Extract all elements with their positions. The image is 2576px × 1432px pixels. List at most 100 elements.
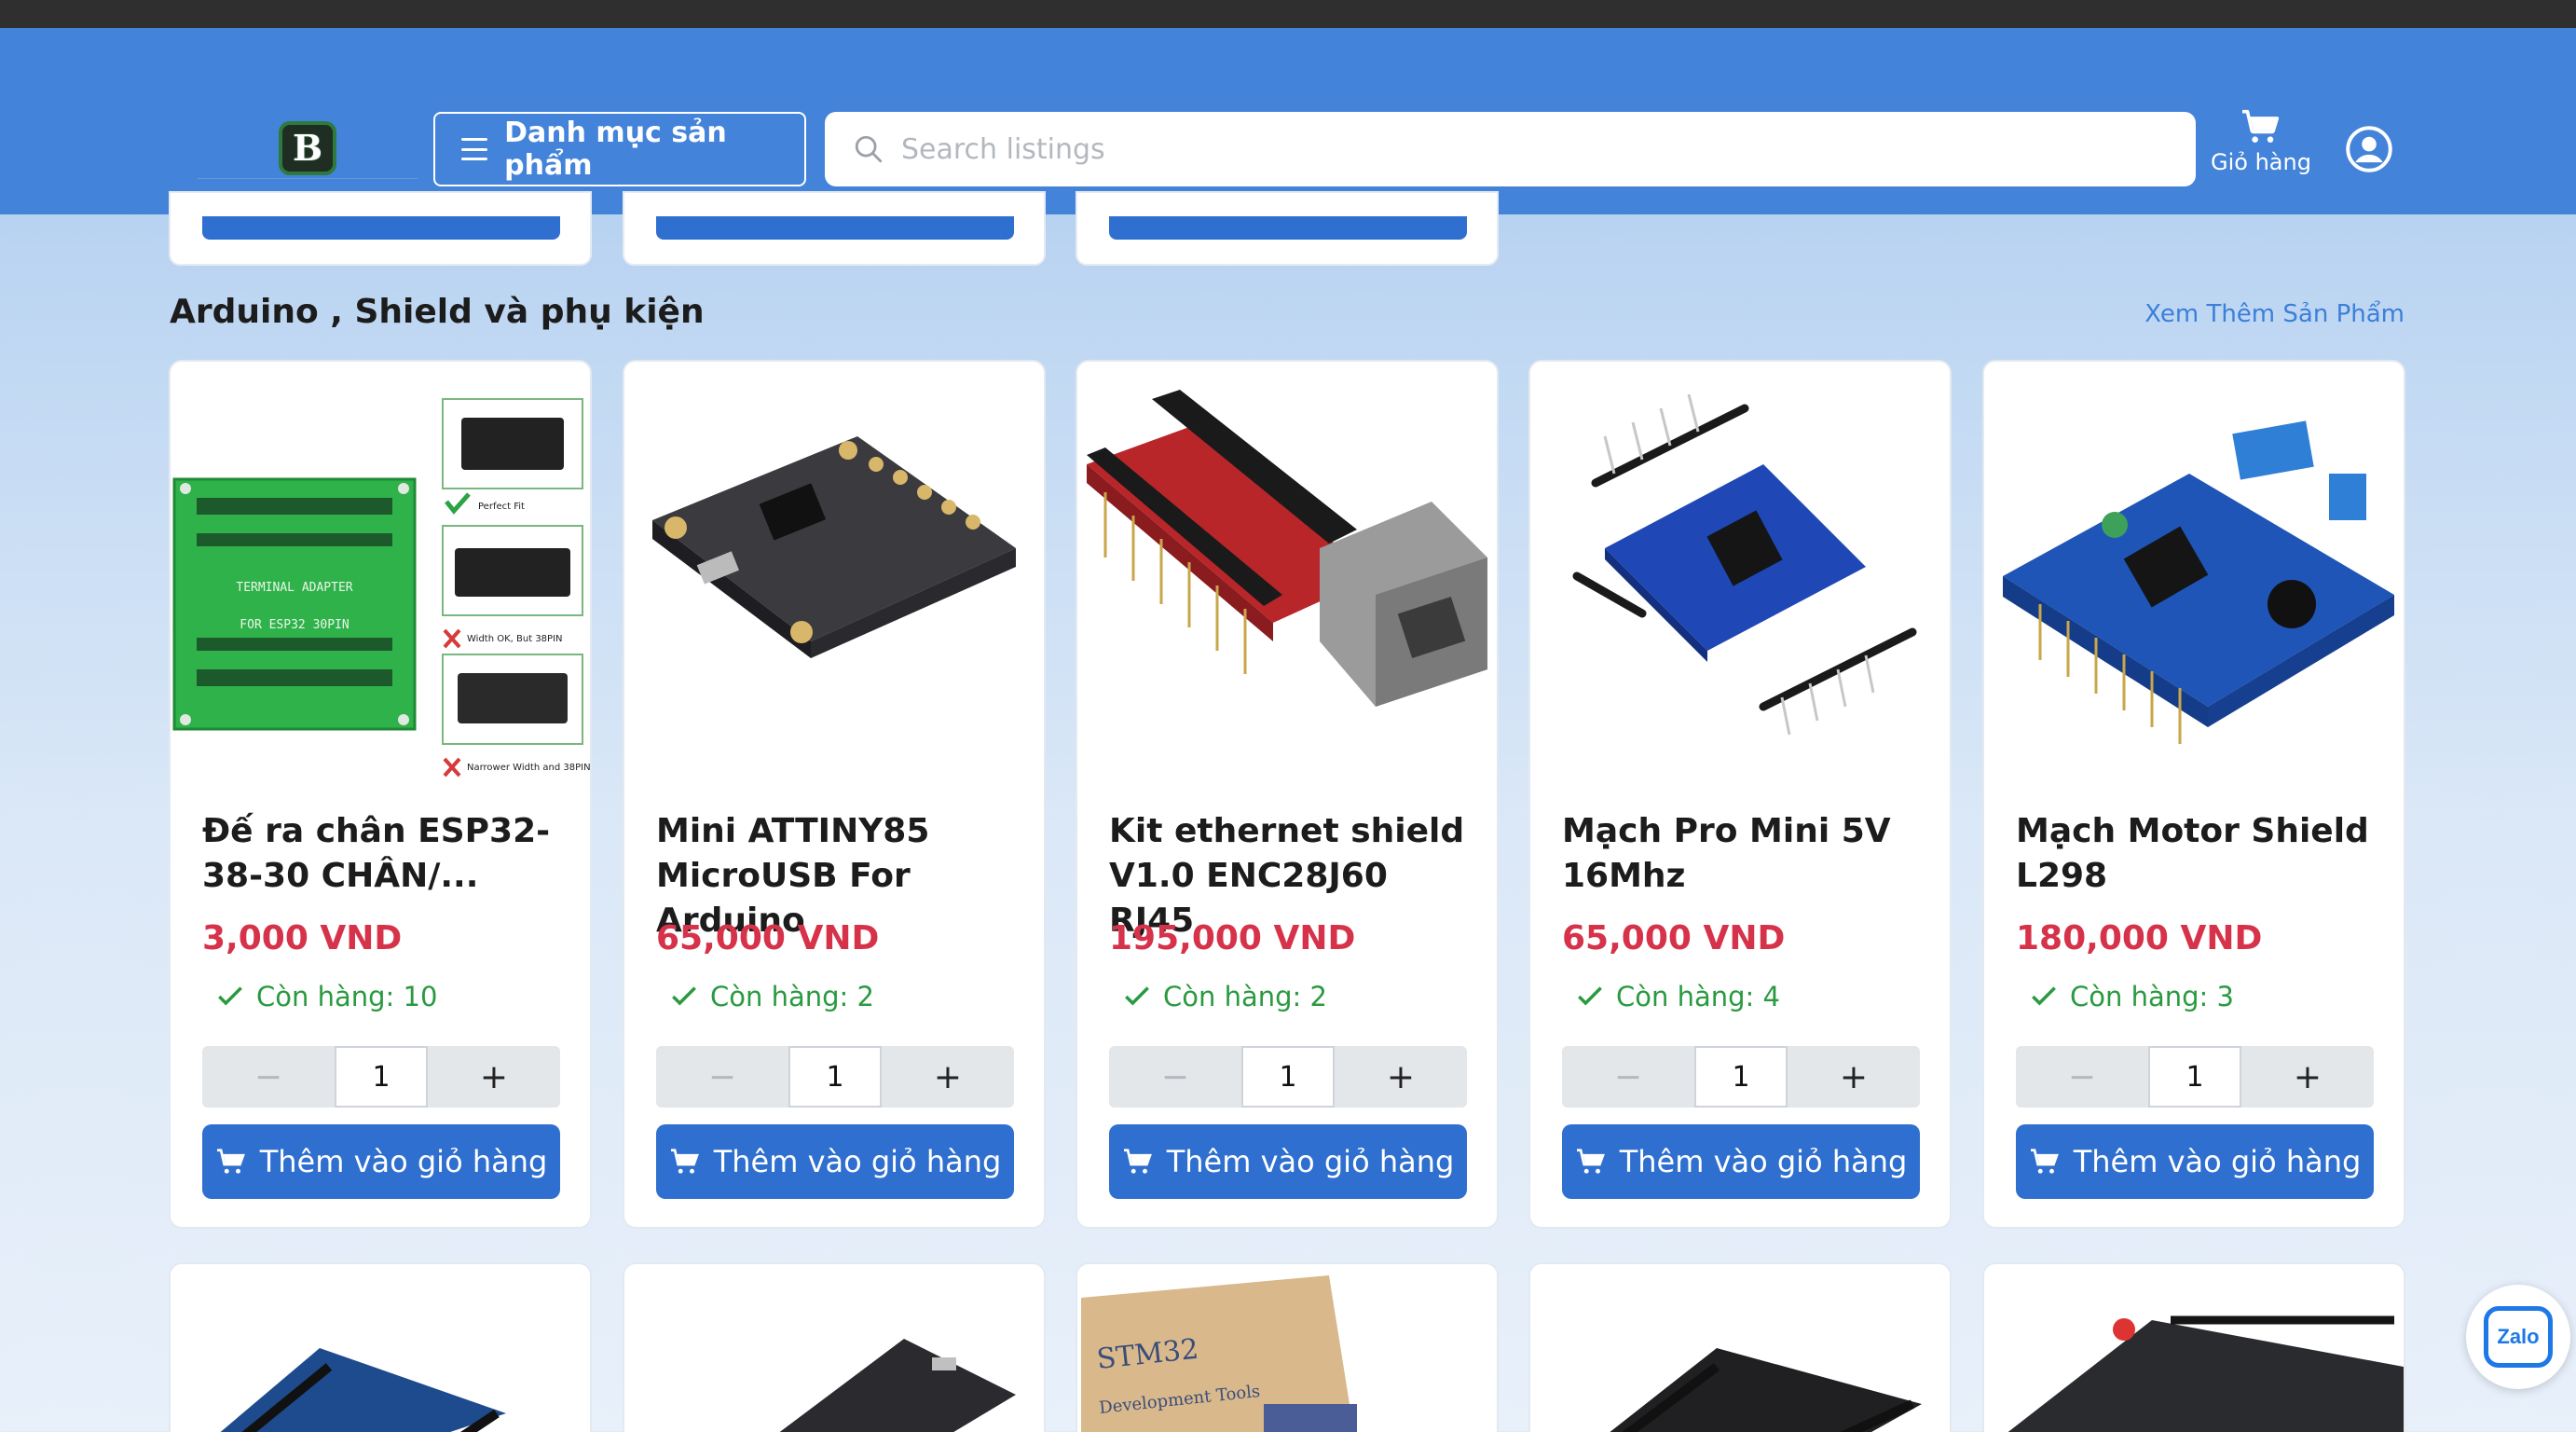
zalo-label: Zalo	[2497, 1325, 2540, 1348]
increase-qty-button[interactable]: +	[1788, 1046, 1920, 1108]
decrease-qty-button[interactable]: −	[1109, 1046, 1241, 1108]
see-more-link[interactable]: Xem Thêm Sản Phẩm	[2144, 300, 2405, 328]
add-to-cart-button[interactable]	[656, 216, 1014, 240]
zalo-chat-button[interactable]: Zalo	[2466, 1285, 2570, 1389]
quantity-input[interactable]	[335, 1046, 428, 1108]
product-card[interactable]: TERMINAL ADAPTER FOR ESP32 30PIN Perfect…	[169, 360, 592, 1229]
product-card[interactable]: Mạch Motor Shield L298 180,000 VND Còn h…	[1982, 360, 2405, 1229]
product-card[interactable]: STM32 Development Tools	[1076, 1262, 1499, 1432]
add-to-cart-button[interactable]: Thêm vào giỏ hàng	[656, 1124, 1014, 1199]
increase-qty-button[interactable]: +	[2241, 1046, 2374, 1108]
stock-text: Còn hàng: 3	[2070, 981, 2234, 1012]
product-image	[1610, 1348, 1922, 1432]
product-image[interactable]	[1984, 362, 2404, 787]
product-card[interactable]	[1528, 1262, 1952, 1432]
section-title: Arduino , Shield và phụ kiện	[170, 293, 705, 331]
add-to-cart-label: Thêm vào giỏ hàng	[2073, 1144, 2362, 1179]
product-name[interactable]: Mạch Motor Shield L298	[2016, 809, 2379, 899]
product-name[interactable]: Đế ra chân ESP32-38-30 CHÂN/...	[202, 809, 566, 899]
increase-qty-button[interactable]: +	[428, 1046, 560, 1108]
user-account-icon[interactable]	[2345, 125, 2393, 173]
quantity-input[interactable]	[2148, 1046, 2241, 1108]
cart-link[interactable]: Giỏ hàng	[2209, 108, 2313, 188]
image-text-terminal: TERMINAL ADAPTER	[236, 581, 352, 595]
site-logo[interactable]: B	[198, 117, 418, 179]
stock-status: Còn hàng: 3	[2031, 981, 2234, 1012]
stock-text: Còn hàng: 2	[1163, 981, 1327, 1012]
product-image	[220, 1348, 506, 1432]
add-to-cart-button[interactable]: Thêm vào giỏ hàng	[202, 1124, 560, 1199]
add-to-cart-button[interactable]: Thêm vào giỏ hàng	[2016, 1124, 2374, 1199]
cart-icon	[2030, 1149, 2059, 1174]
image-text-width: Width OK, But 38PIN	[467, 634, 563, 644]
add-to-cart-button[interactable]	[1109, 216, 1467, 240]
logo-letter: B	[292, 127, 323, 169]
product-card[interactable]: Kit ethernet shield V1.0 ENC28J60 RJ45 1…	[1076, 360, 1499, 1229]
image-text-narrow: Narrower Width and 38PIN	[467, 763, 590, 773]
check-icon	[218, 986, 242, 1006]
product-price: 195,000 VND	[1109, 919, 1356, 957]
decrease-qty-button[interactable]: −	[2016, 1046, 2148, 1108]
product-name[interactable]: Mạch Pro Mini 5V 16Mhz	[1562, 809, 1925, 899]
search-icon	[855, 135, 883, 163]
browser-top-strip	[0, 0, 2576, 28]
decrease-qty-button[interactable]: −	[1562, 1046, 1694, 1108]
decrease-qty-button[interactable]: −	[656, 1046, 788, 1108]
quantity-stepper: − +	[2016, 1046, 2374, 1108]
stock-text: Còn hàng: 2	[710, 981, 874, 1012]
check-icon	[1125, 986, 1149, 1006]
product-price: 65,000 VND	[1562, 919, 1786, 957]
motor-shield-image	[2003, 420, 2394, 744]
previous-product-card	[623, 191, 1046, 266]
product-image[interactable]	[1530, 362, 1950, 787]
ethernet-shield-image	[1087, 390, 1487, 707]
stock-text: Còn hàng: 10	[256, 981, 438, 1012]
pro-mini-image	[1572, 393, 1917, 736]
increase-qty-button[interactable]: +	[1335, 1046, 1467, 1108]
category-menu-button[interactable]: Danh mục sản phẩm	[433, 112, 806, 186]
search-bar[interactable]	[825, 112, 2196, 186]
cart-icon	[216, 1149, 245, 1174]
zalo-icon: Zalo	[2484, 1306, 2553, 1368]
product-card[interactable]	[623, 1262, 1046, 1432]
product-image	[2007, 1315, 2404, 1432]
attiny85-board-image	[652, 436, 1016, 658]
product-image: STM32 Development Tools	[1081, 1275, 1357, 1432]
add-to-cart-label: Thêm vào giỏ hàng	[713, 1144, 1002, 1179]
cart-icon	[1576, 1149, 1605, 1174]
product-card[interactable]	[169, 1262, 592, 1432]
stock-status: Còn hàng: 4	[1577, 981, 1780, 1012]
esp32-adapter-image: TERMINAL ADAPTER FOR ESP32 30PIN Perfect…	[172, 398, 590, 778]
add-to-cart-button[interactable]	[202, 216, 560, 240]
previous-product-card	[169, 191, 592, 266]
product-image	[779, 1339, 1016, 1432]
quantity-input[interactable]	[1694, 1046, 1788, 1108]
product-image[interactable]	[624, 362, 1044, 787]
search-input[interactable]	[901, 132, 2159, 166]
decrease-qty-button[interactable]: −	[202, 1046, 335, 1108]
add-to-cart-button[interactable]: Thêm vào giỏ hàng	[1109, 1124, 1467, 1199]
cart-label: Giỏ hàng	[2211, 149, 2311, 175]
add-to-cart-label: Thêm vào giỏ hàng	[1619, 1144, 1908, 1179]
category-menu-label: Danh mục sản phẩm	[504, 117, 727, 182]
product-image[interactable]: TERMINAL ADAPTER FOR ESP32 30PIN Perfect…	[171, 362, 590, 787]
quantity-stepper: − +	[202, 1046, 560, 1108]
product-price: 65,000 VND	[656, 919, 880, 957]
cart-icon	[670, 1149, 699, 1174]
previous-product-card	[1076, 191, 1499, 266]
quantity-input[interactable]	[788, 1046, 882, 1108]
product-card[interactable]: Mạch Pro Mini 5V 16Mhz 65,000 VND Còn hà…	[1528, 360, 1952, 1229]
check-icon	[672, 986, 696, 1006]
check-icon	[2032, 986, 2056, 1006]
quantity-input[interactable]	[1241, 1046, 1335, 1108]
product-image[interactable]	[1077, 362, 1497, 787]
stock-status: Còn hàng: 10	[217, 981, 437, 1012]
quantity-stepper: − +	[1109, 1046, 1467, 1108]
product-card[interactable]: Mini ATTINY85 MicroUSB For Arduino 65,00…	[623, 360, 1046, 1229]
logo-badge: B	[279, 120, 336, 175]
stock-text: Còn hàng: 4	[1616, 981, 1780, 1012]
add-to-cart-button[interactable]: Thêm vào giỏ hàng	[1562, 1124, 1920, 1199]
quantity-stepper: − +	[656, 1046, 1014, 1108]
product-card[interactable]	[1982, 1262, 2405, 1432]
increase-qty-button[interactable]: +	[882, 1046, 1014, 1108]
